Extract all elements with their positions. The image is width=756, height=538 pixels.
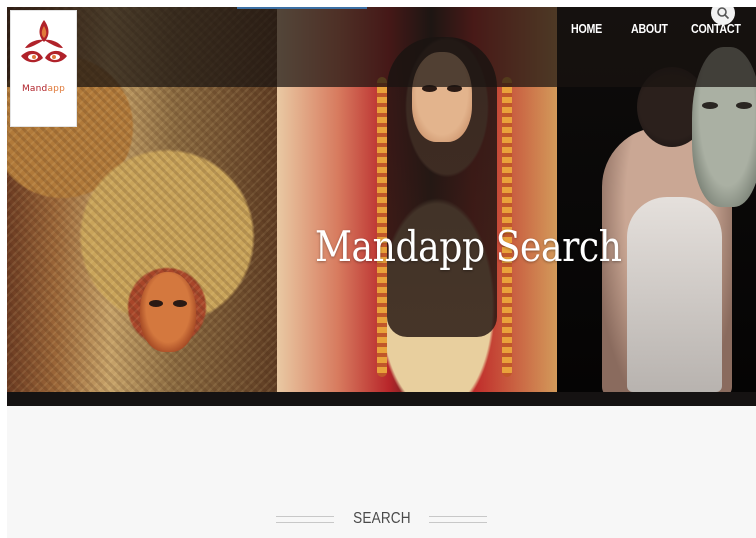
hero-title: Mandapp Search — [315, 222, 622, 271]
heading-rule-left — [275, 515, 334, 523]
section-title: SEARCH — [352, 510, 411, 527]
search-section: SEARCH — [7, 406, 756, 538]
logo-text-primary: Mand — [21, 84, 48, 94]
heading-rule-right — [429, 515, 488, 523]
search-icon — [717, 7, 730, 20]
page: Mandapp Search Mandapp HOME ABOUT CONTAC… — [7, 7, 756, 538]
hero-bottom-band — [7, 392, 756, 406]
section-heading: SEARCH — [7, 510, 756, 528]
hero-banner: Mandapp Search — [7, 7, 756, 392]
site-logo[interactable]: Mandapp — [10, 10, 77, 127]
lotus-eye-logo-icon — [20, 20, 67, 63]
nav-about[interactable]: ABOUT — [631, 21, 668, 36]
nav-home[interactable]: HOME — [571, 21, 602, 36]
logo-text-secondary: app — [47, 84, 66, 94]
navbar — [7, 7, 756, 87]
main-nav: HOME ABOUT CONTACT — [571, 21, 741, 36]
logo-text: Mandapp — [22, 84, 65, 94]
